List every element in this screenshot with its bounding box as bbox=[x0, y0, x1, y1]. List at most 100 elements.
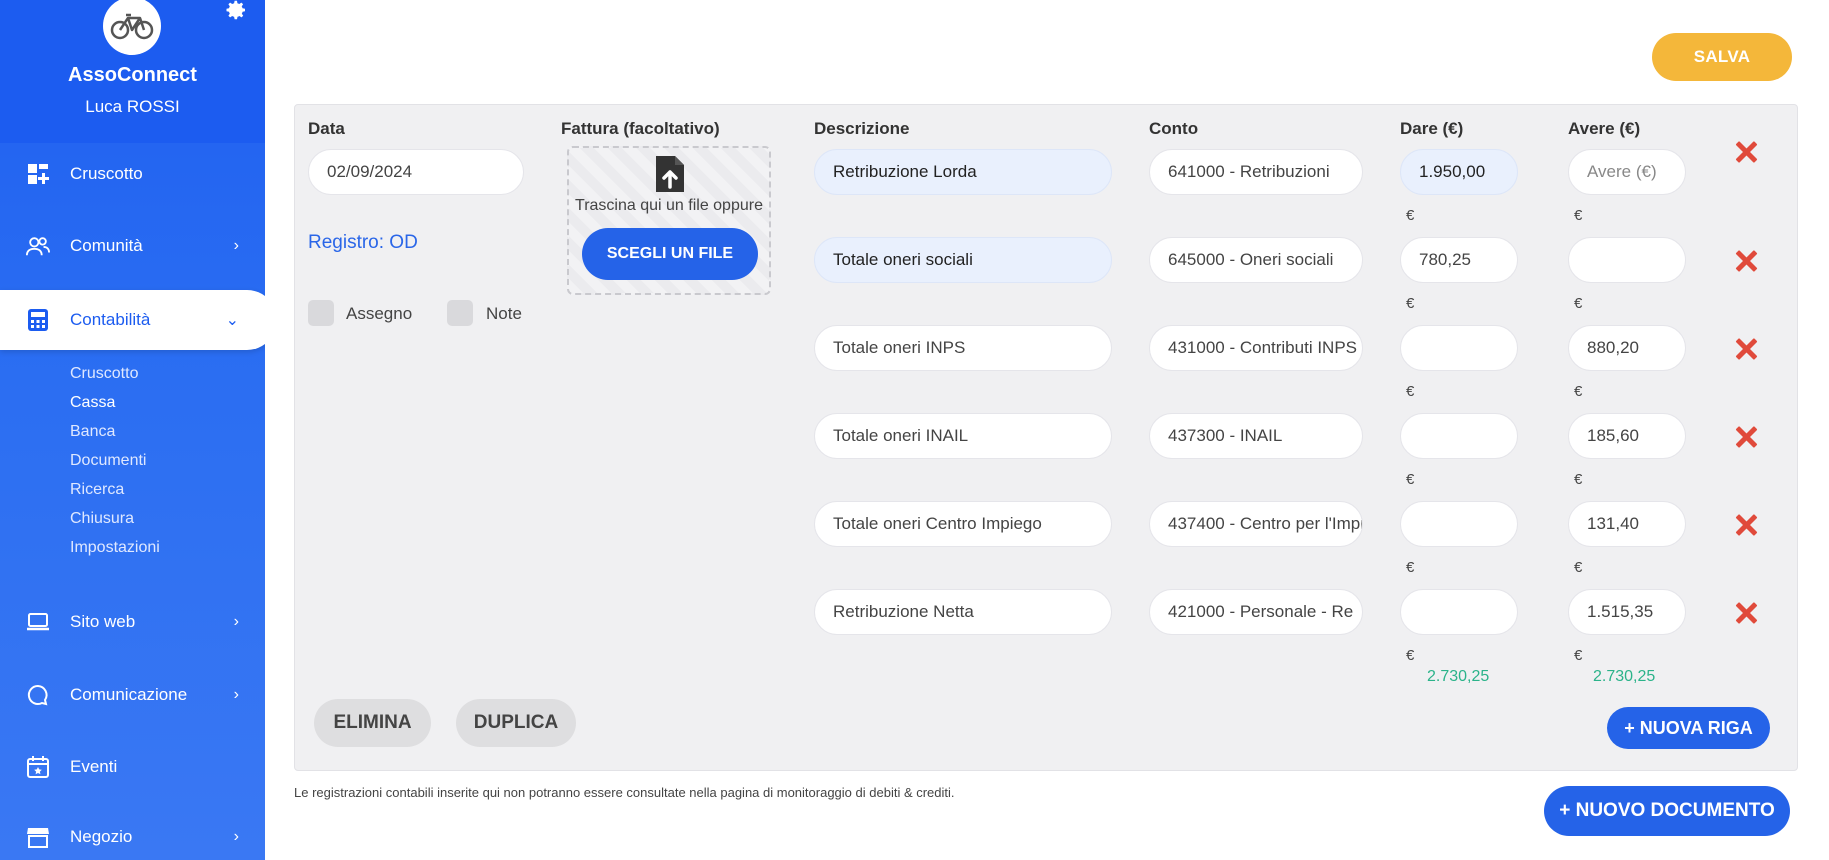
chevron-right-icon: › bbox=[233, 613, 239, 630]
descrizione-field[interactable]: Retribuzione Lorda bbox=[814, 149, 1112, 195]
note-label: Note bbox=[486, 304, 522, 323]
chat-icon bbox=[26, 683, 50, 707]
dare-field[interactable] bbox=[1400, 501, 1518, 547]
dashboard-icon bbox=[26, 162, 50, 186]
avere-field[interactable]: Avere (€) bbox=[1568, 149, 1686, 195]
delete-row-icon[interactable] bbox=[1735, 250, 1757, 272]
header-descrizione: Descrizione bbox=[814, 119, 910, 138]
delete-row-icon[interactable] bbox=[1735, 514, 1757, 536]
date-field[interactable]: 02/09/2024 bbox=[308, 149, 524, 195]
currency-symbol: € bbox=[1406, 207, 1415, 224]
submenu-item-impostazioni[interactable]: Impostazioni bbox=[70, 539, 160, 557]
chevron-right-icon: › bbox=[233, 828, 239, 845]
sidebar-item-contabilita[interactable]: Contabilità ⌄ bbox=[0, 290, 265, 350]
dare-field[interactable] bbox=[1400, 325, 1518, 371]
header-avere: Avere (€) bbox=[1568, 119, 1641, 138]
shop-icon bbox=[26, 825, 50, 849]
currency-symbol: € bbox=[1406, 647, 1415, 664]
conto-field[interactable]: 437300 - INAIL bbox=[1149, 413, 1363, 459]
note-checkbox[interactable] bbox=[447, 300, 473, 326]
logo[interactable] bbox=[103, 0, 161, 55]
chevron-down-icon: ⌄ bbox=[225, 312, 239, 329]
descrizione-field[interactable]: Totale oneri sociali bbox=[814, 237, 1112, 283]
assegno-checkbox[interactable] bbox=[308, 300, 334, 326]
sidebar: AssoConnect Luca ROSSI Cruscotto Comunit… bbox=[0, 0, 265, 860]
date-label: Data bbox=[308, 119, 345, 138]
assegno-label: Assegno bbox=[346, 304, 413, 323]
sidebar-item-label: Comunicazione bbox=[70, 685, 188, 704]
sidebar-item-label: Negozio bbox=[70, 827, 133, 846]
currency-symbol: € bbox=[1574, 207, 1583, 224]
footnote: Le registrazioni contabili inserite qui … bbox=[294, 785, 955, 800]
users-icon bbox=[26, 234, 50, 258]
conto-field[interactable]: 431000 - Contributi INPS bbox=[1149, 325, 1363, 371]
submenu-item-chiusura[interactable]: Chiusura bbox=[70, 510, 134, 528]
elimina-button[interactable]: ELIMINA bbox=[314, 699, 431, 747]
sidebar-item-label: Cruscotto bbox=[70, 164, 143, 183]
dare-field[interactable]: 1.950,00 bbox=[1400, 149, 1518, 195]
currency-symbol: € bbox=[1574, 295, 1583, 312]
dropzone-text: Trascina qui un file oppure bbox=[575, 197, 763, 214]
header-dare: Dare (€) bbox=[1400, 119, 1464, 138]
currency-symbol: € bbox=[1574, 471, 1583, 488]
brand-name: AssoConnect bbox=[68, 64, 197, 86]
user-name[interactable]: Luca ROSSI bbox=[0, 97, 265, 117]
registro-link[interactable]: Registro: OD bbox=[308, 232, 418, 254]
chevron-right-icon: › bbox=[233, 237, 239, 254]
conto-field[interactable]: 641000 - Retribuzioni bbox=[1149, 149, 1363, 195]
avere-field[interactable]: 1.515,35 bbox=[1568, 589, 1686, 635]
duplica-button[interactable]: DUPLICA bbox=[456, 699, 576, 747]
sidebar-item-sito-web[interactable]: Sito web › bbox=[0, 594, 265, 650]
submenu-item-cruscotto[interactable]: Cruscotto bbox=[70, 365, 138, 383]
header-conto: Conto bbox=[1149, 119, 1199, 138]
file-dropzone[interactable]: Trascina qui un file oppure SCEGLI UN FI… bbox=[567, 146, 771, 295]
avere-field[interactable]: 185,60 bbox=[1568, 413, 1686, 459]
sidebar-item-negozio[interactable]: Negozio › bbox=[0, 809, 265, 860]
new-document-button[interactable]: + NUOVO DOCUMENTO bbox=[1544, 786, 1790, 836]
avere-field[interactable] bbox=[1568, 237, 1686, 283]
sidebar-item-comunita[interactable]: Comunità › bbox=[0, 218, 265, 274]
sidebar-item-comunicazione[interactable]: Comunicazione › bbox=[0, 667, 265, 723]
submenu-item-ricerca[interactable]: Ricerca bbox=[70, 481, 124, 499]
sidebar-item-label: Eventi bbox=[70, 757, 118, 776]
gear-icon[interactable] bbox=[224, 0, 248, 22]
dare-field[interactable]: 780,25 bbox=[1400, 237, 1518, 283]
choose-file-button[interactable]: SCEGLI UN FILE bbox=[582, 228, 758, 280]
currency-symbol: € bbox=[1406, 383, 1415, 400]
file-upload-icon bbox=[656, 156, 684, 192]
dare-field[interactable] bbox=[1400, 589, 1518, 635]
total-dare: 2.730,25 bbox=[1427, 668, 1490, 685]
delete-row-icon[interactable] bbox=[1735, 338, 1757, 360]
descrizione-field[interactable]: Totale oneri INAIL bbox=[814, 413, 1112, 459]
new-row-button[interactable]: + NUOVA RIGA bbox=[1607, 707, 1770, 749]
sidebar-header: AssoConnect Luca ROSSI bbox=[0, 0, 265, 143]
sidebar-item-label: Comunità bbox=[70, 236, 143, 255]
currency-symbol: € bbox=[1406, 295, 1415, 312]
currency-symbol: € bbox=[1574, 383, 1583, 400]
submenu-item-documenti[interactable]: Documenti bbox=[70, 452, 146, 470]
chevron-right-icon: › bbox=[233, 686, 239, 703]
conto-field[interactable]: 421000 - Personale - Re bbox=[1149, 589, 1363, 635]
currency-symbol: € bbox=[1406, 471, 1415, 488]
delete-row-icon[interactable] bbox=[1735, 141, 1757, 163]
avere-field[interactable]: 131,40 bbox=[1568, 501, 1686, 547]
currency-symbol: € bbox=[1574, 559, 1583, 576]
sidebar-item-eventi[interactable]: Eventi bbox=[0, 739, 265, 795]
delete-row-icon[interactable] bbox=[1735, 602, 1757, 624]
avere-field[interactable]: 880,20 bbox=[1568, 325, 1686, 371]
descrizione-field[interactable]: Totale oneri Centro Impiego bbox=[814, 501, 1112, 547]
descrizione-field[interactable]: Totale oneri INPS bbox=[814, 325, 1112, 371]
save-button[interactable]: SALVA bbox=[1652, 33, 1792, 81]
calculator-icon bbox=[26, 308, 50, 332]
calendar-icon bbox=[26, 755, 50, 779]
sidebar-item-cruscotto[interactable]: Cruscotto bbox=[0, 146, 265, 202]
currency-symbol: € bbox=[1406, 559, 1415, 576]
conto-field[interactable]: 437400 - Centro per l'Impiego bbox=[1149, 501, 1363, 547]
submenu-item-banca[interactable]: Banca bbox=[70, 423, 115, 441]
delete-row-icon[interactable] bbox=[1735, 426, 1757, 448]
dare-field[interactable] bbox=[1400, 413, 1518, 459]
descrizione-field[interactable]: Retribuzione Netta bbox=[814, 589, 1112, 635]
submenu-item-cassa[interactable]: Cassa bbox=[70, 394, 115, 412]
currency-symbol: € bbox=[1574, 647, 1583, 664]
conto-field[interactable]: 645000 - Oneri sociali bbox=[1149, 237, 1363, 283]
